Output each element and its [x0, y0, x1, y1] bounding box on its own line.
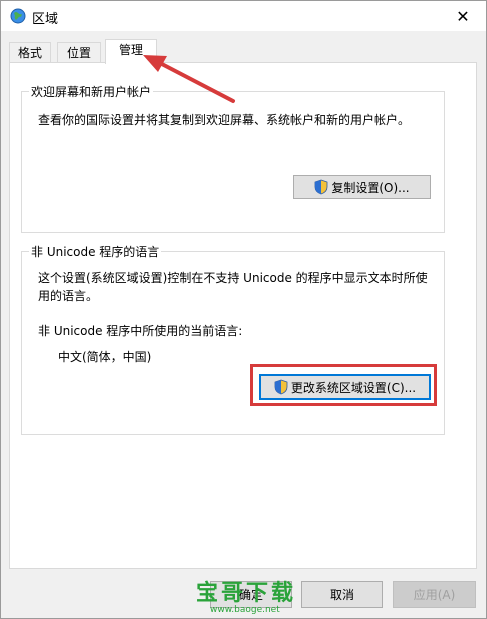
current-language-label: 非 Unicode 程序中所使用的当前语言:	[38, 324, 243, 338]
window-title: 区域	[32, 12, 59, 27]
cancel-button[interactable]: 取消	[301, 581, 383, 608]
title-bar: 区域 ✕	[1, 1, 486, 31]
copy-settings-label: 复制设置(O)...	[331, 180, 410, 195]
close-button[interactable]: ✕	[440, 1, 486, 31]
uac-shield-icon	[314, 179, 328, 195]
non-unicode-description-line2: 用的语言。	[38, 289, 99, 303]
non-unicode-group-legend: 非 Unicode 程序的语言	[29, 243, 162, 260]
region-dialog: 区域 ✕ 格式 位置 管理 欢迎屏幕和新用户帐户 查看你的国际设置并将其复制到欢…	[0, 0, 487, 619]
globe-icon	[10, 8, 26, 24]
watermark-logo: 宝哥下载 www.baoge.net	[196, 575, 296, 615]
copy-settings-button[interactable]: 复制设置(O)...	[293, 175, 431, 199]
annotation-highlight-box	[250, 364, 437, 406]
watermark-text: 宝哥下载	[196, 581, 297, 606]
tab-location[interactable]: 位置	[57, 42, 101, 64]
welcome-group-legend: 欢迎屏幕和新用户帐户	[29, 83, 154, 100]
tab-format[interactable]: 格式	[9, 42, 51, 64]
tab-panel-administrative: 欢迎屏幕和新用户帐户 查看你的国际设置并将其复制到欢迎屏幕、系统帐户和新的用户帐…	[9, 62, 477, 569]
apply-button[interactable]: 应用(A)	[393, 581, 476, 608]
non-unicode-description-line1: 这个设置(系统区域设置)控制在不支持 Unicode 的程序中显示文本时所使	[38, 271, 428, 285]
tab-administrative[interactable]: 管理	[105, 39, 157, 64]
non-unicode-group: 非 Unicode 程序的语言 这个设置(系统区域设置)控制在不支持 Unico…	[21, 243, 445, 435]
close-icon: ✕	[456, 6, 470, 26]
welcome-screen-group: 欢迎屏幕和新用户帐户 查看你的国际设置并将其复制到欢迎屏幕、系统帐户和新的用户帐…	[21, 83, 445, 233]
current-language-value: 中文(简体，中国)	[58, 350, 152, 364]
welcome-description: 查看你的国际设置并将其复制到欢迎屏幕、系统帐户和新的用户帐户。	[38, 113, 411, 127]
